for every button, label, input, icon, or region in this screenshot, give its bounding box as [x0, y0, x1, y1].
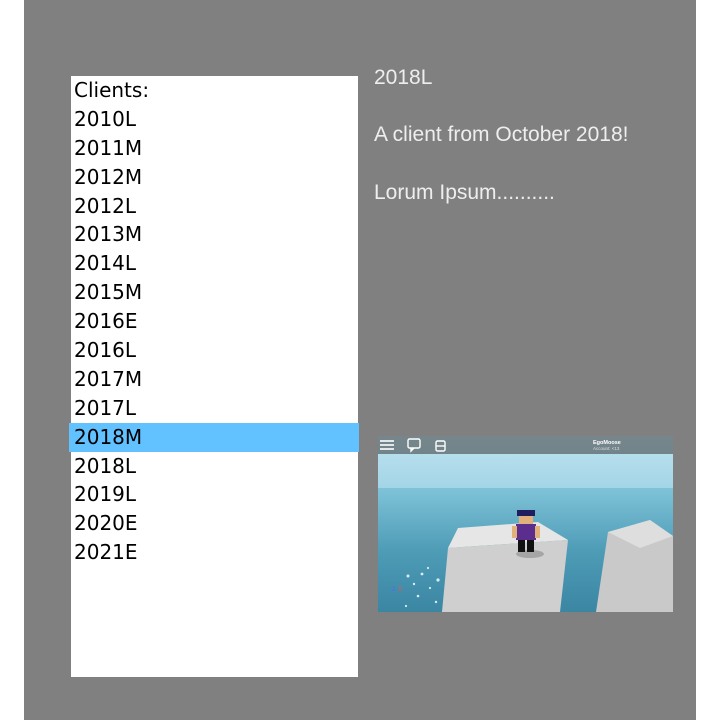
- list-item[interactable]: 2016E: [71, 307, 358, 336]
- list-item[interactable]: 2010L: [71, 105, 358, 134]
- preview-account: Account: <13: [593, 446, 620, 451]
- list-item[interactable]: 2021E: [71, 538, 358, 567]
- list-item[interactable]: 2017L: [71, 394, 358, 423]
- list-item[interactable]: 2012M: [71, 163, 358, 192]
- client-title: 2018L: [374, 66, 433, 89]
- block-left-side: [442, 540, 568, 612]
- svg-text:X: X: [398, 587, 402, 593]
- list-item[interactable]: 2012L: [71, 192, 358, 221]
- client-list[interactable]: Clients: 2010L 2011M 2012M 2012L 2013M 2014L 2…: [69, 76, 359, 677]
- list-item[interactable]: 2011M: [71, 134, 358, 163]
- list-item[interactable]: 2013M: [71, 220, 358, 249]
- list-item[interactable]: 2018L: [71, 452, 358, 481]
- preview-scene: EgoMoose Account: <13 Z X: [378, 436, 673, 612]
- client-preview-image: EgoMoose Account: <13 Z X: [378, 436, 673, 612]
- list-item-selected[interactable]: 2018M: [69, 422, 359, 452]
- client-body-text: Lorum Ipsum..........: [374, 181, 555, 204]
- list-item[interactable]: 2019L: [71, 480, 358, 509]
- client-description: A client from October 2018!: [374, 123, 629, 146]
- list-item[interactable]: 2016L: [71, 336, 358, 365]
- list-header: Clients:: [74, 78, 150, 102]
- svg-text:Z: Z: [392, 587, 396, 593]
- game-topbar: [378, 436, 673, 454]
- launcher-window: Clients: 2010L 2011M 2012M 2012L 2013M 2014L 2…: [24, 0, 696, 720]
- client-items: 2010L 2011M 2012M 2012L 2013M 2014L 2015M 2016E…: [69, 105, 359, 567]
- list-item[interactable]: 2015M: [71, 278, 358, 307]
- list-item[interactable]: 2014L: [71, 249, 358, 278]
- list-item[interactable]: 2017M: [71, 365, 358, 394]
- list-item[interactable]: 2020E: [71, 509, 358, 538]
